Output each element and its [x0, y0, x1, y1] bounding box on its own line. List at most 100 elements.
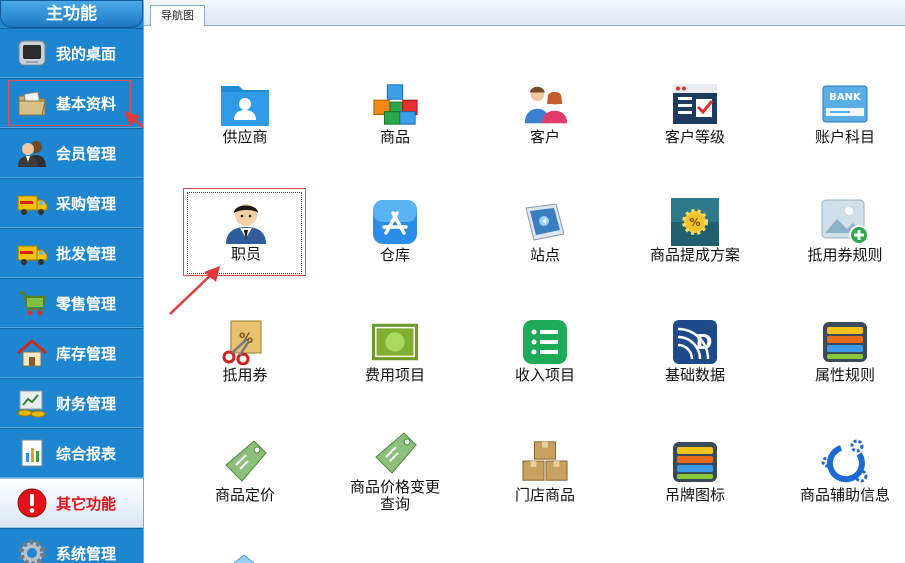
- sidebar-item-system[interactable]: 系统管理: [0, 528, 143, 563]
- tile-label: 客户等级: [664, 128, 725, 146]
- tile-label: 商品定价: [214, 486, 275, 504]
- tile-label: 商品提成方案: [649, 246, 740, 264]
- tile-label: 仓库: [379, 246, 410, 264]
- stack-icon: [821, 318, 869, 366]
- gear-icon: [16, 537, 48, 563]
- truck-icon: [16, 237, 48, 269]
- house-icon: [16, 337, 48, 369]
- price-tag-icon: [221, 438, 269, 486]
- checklist-icon: [671, 80, 719, 128]
- sidebar-item-finance[interactable]: 财务管理: [0, 378, 143, 428]
- tile-station[interactable]: 站点: [485, 198, 605, 278]
- tile-price-change-query[interactable]: 商品价格变更查询: [335, 430, 455, 513]
- sidebar-item-label: 系统管理: [56, 544, 117, 563]
- folder-user-icon: [221, 80, 269, 128]
- partial-icon: [233, 554, 255, 563]
- image-add-icon: [821, 198, 869, 246]
- tile-label: 属性规则: [814, 366, 875, 384]
- report-icon: [16, 437, 48, 469]
- tile-store-products[interactable]: 门店商品: [485, 438, 605, 518]
- tile-coupon-rules[interactable]: 抵用券规则: [785, 198, 905, 278]
- tile-label: 费用项目: [364, 366, 425, 384]
- sidebar-item-wholesale[interactable]: 批发管理: [0, 228, 143, 278]
- tile-label: 账户科目: [814, 128, 875, 146]
- tile-label: 商品价格变更查询: [349, 478, 440, 513]
- bank-text: BANK: [829, 92, 862, 103]
- tile-account-subject[interactable]: BANK 账户科目: [785, 80, 905, 160]
- tab-bar: 导航图: [144, 0, 905, 26]
- sidebar-item-label: 零售管理: [56, 294, 117, 313]
- tile-warehouse[interactable]: 仓库: [335, 198, 455, 278]
- sidebar: 主功能 我的桌面 基本资料 会员管理 采购管理 批发管理 零售管理 库存管理 财…: [0, 0, 143, 563]
- sidebar-title: 主功能: [0, 0, 143, 28]
- percent-text: %: [689, 216, 700, 229]
- tile-income-items[interactable]: 收入项目: [485, 318, 605, 398]
- tile-supplier[interactable]: 供应商: [185, 80, 305, 160]
- sidebar-item-label: 我的桌面: [56, 44, 117, 63]
- annotation-arrow: [169, 266, 220, 315]
- tile-label: 商品: [379, 128, 410, 146]
- folder-icon: [16, 87, 48, 119]
- tile-label: 基础数据: [664, 366, 725, 384]
- letter-d-text: D: [696, 330, 713, 354]
- sidebar-item-label: 会员管理: [56, 144, 117, 163]
- gears-icon: [821, 438, 869, 486]
- employee-icon: [222, 197, 270, 245]
- tile-label: 客户: [529, 128, 560, 146]
- sidebar-item-label: 基本资料: [56, 94, 117, 113]
- income-list-icon: [521, 318, 569, 366]
- main-panel: 导航图 供应商 商品 客户 客户等级 BANK 账户科目 职员 仓库 站点 % …: [143, 0, 905, 563]
- tile-basic-data[interactable]: D 基础数据: [635, 318, 755, 398]
- members-icon: [16, 137, 48, 169]
- tile-product-auxiliary-info[interactable]: 商品辅助信息: [785, 438, 905, 518]
- data-d-icon: D: [671, 318, 719, 366]
- tile-label: 商品辅助信息: [799, 486, 890, 504]
- tile-label: 站点: [529, 246, 560, 264]
- tile-expense-items[interactable]: 费用项目: [335, 318, 455, 398]
- boxes-icon: [521, 438, 569, 486]
- sidebar-item-reports[interactable]: 综合报表: [0, 428, 143, 478]
- coupon-scissors-icon: %: [221, 318, 269, 366]
- station-icon: [521, 198, 569, 246]
- sidebar-item-retail[interactable]: 零售管理: [0, 278, 143, 328]
- tile-label: 收入项目: [514, 366, 575, 384]
- tile-label: 职员: [230, 245, 261, 263]
- tile-customer-level[interactable]: 客户等级: [635, 80, 755, 160]
- tile-attribute-rules[interactable]: 属性规则: [785, 318, 905, 398]
- sidebar-item-purchase[interactable]: 采购管理: [0, 178, 143, 228]
- tile-product-pricing[interactable]: 商品定价: [185, 438, 305, 518]
- app-window: 主功能 我的桌面 基本资料 会员管理 采购管理 批发管理 零售管理 库存管理 财…: [0, 0, 905, 563]
- sidebar-item-other-functions[interactable]: 其它功能: [0, 478, 143, 528]
- tile-tag-icons[interactable]: 吊牌图标: [635, 438, 755, 518]
- sidebar-item-label: 采购管理: [56, 194, 117, 213]
- customers-icon: [521, 80, 569, 128]
- tile-coupon[interactable]: % 抵用券: [185, 318, 305, 398]
- tile-product[interactable]: 商品: [335, 80, 455, 160]
- appstore-icon: [371, 198, 419, 246]
- tile-commission-plan[interactable]: % 商品提成方案: [635, 198, 755, 278]
- finance-icon: [16, 387, 48, 419]
- tile-label: 供应商: [222, 128, 268, 146]
- cart-icon: [16, 287, 48, 319]
- monitor-icon: [16, 37, 48, 69]
- bank-card-icon: BANK: [821, 80, 869, 128]
- sidebar-item-desktop[interactable]: 我的桌面: [0, 28, 143, 78]
- alert-icon: [16, 487, 48, 519]
- sidebar-item-label: 库存管理: [56, 344, 117, 363]
- tile-label: 门店商品: [514, 486, 575, 504]
- tab-navigation-map[interactable]: 导航图: [150, 5, 205, 26]
- tile-label: 抵用券规则: [807, 246, 883, 264]
- cubes-icon: [371, 80, 419, 128]
- sidebar-item-label: 批发管理: [56, 244, 117, 263]
- price-tag-icon: [371, 430, 419, 478]
- expense-icon: [371, 318, 419, 366]
- tile-label: 抵用券: [222, 366, 268, 384]
- tile-customer[interactable]: 客户: [485, 80, 605, 160]
- sidebar-item-label: 财务管理: [56, 394, 117, 413]
- sidebar-item-label: 综合报表: [56, 444, 117, 463]
- truck-icon: [16, 187, 48, 219]
- sidebar-item-inventory[interactable]: 库存管理: [0, 328, 143, 378]
- stack-icon: [671, 438, 719, 486]
- sidebar-item-label: 其它功能: [56, 494, 117, 513]
- tile-label: 吊牌图标: [664, 486, 725, 504]
